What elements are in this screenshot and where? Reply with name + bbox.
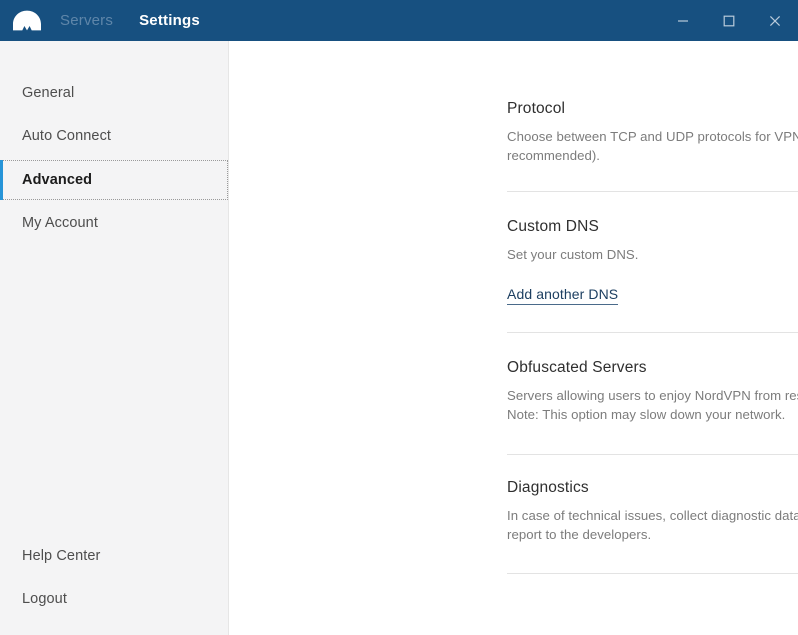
nav-tab-servers[interactable]: Servers [60,0,113,41]
sidebar-item-logout-label: Logout [22,591,67,607]
obfuscated-servers-title: Obfuscated Servers [507,357,647,378]
sidebar-footer-group: Help Center Logout [0,537,228,635]
sidebar: General Auto Connect Advanced My Account… [0,41,229,635]
divider-diagnostics [507,573,798,574]
sidebar-item-help-center[interactable]: Help Center [0,537,228,575]
maximize-button[interactable] [706,0,752,41]
maximize-icon [723,15,735,27]
nav-tab-settings[interactable]: Settings [139,0,200,41]
section-diagnostics: Diagnostics Run Diagnostics Tool In case… [229,455,798,544]
obfuscated-servers-description-line2: Note: This option may slow down your net… [507,405,798,424]
sidebar-item-auto-connect[interactable]: Auto Connect [0,117,228,155]
nav-tab-settings-label: Settings [139,12,200,29]
sidebar-item-help-center-label: Help Center [22,548,100,564]
window-controls [660,0,798,41]
custom-dns-title: Custom DNS [507,216,599,237]
sidebar-item-general[interactable]: General [0,74,228,112]
top-navigation: Servers Settings [60,0,200,41]
sidebar-item-general-label: General [22,85,74,101]
sidebar-item-advanced[interactable]: Advanced [0,160,228,200]
section-protocol: Protocol TCP UDP Choose bet [229,41,798,165]
section-custom-dns: Custom DNS Off Set your custom DNS. Add … [229,192,798,305]
diagnostics-description: In case of technical issues, collect dia… [507,506,798,544]
sidebar-item-auto-connect-label: Auto Connect [22,128,111,144]
protocol-title: Protocol [507,98,565,119]
nordvpn-logo-icon [12,6,42,36]
section-obfuscated-servers: Obfuscated Servers Off Servers allowing … [229,333,798,424]
title-bar: Servers Settings [0,0,798,41]
sidebar-item-my-account[interactable]: My Account [0,204,228,242]
close-button[interactable] [752,0,798,41]
diagnostics-title: Diagnostics [507,477,589,498]
custom-dns-description: Set your custom DNS. [507,245,798,264]
minimize-button[interactable] [660,0,706,41]
sidebar-primary-group: General Auto Connect Advanced My Account [0,41,228,242]
main-body: General Auto Connect Advanced My Account… [0,41,798,635]
close-icon [769,15,781,27]
sidebar-item-my-account-label: My Account [22,215,98,231]
protocol-description: Choose between TCP and UDP protocols for… [507,127,798,165]
nav-tab-servers-label: Servers [60,12,113,29]
obfuscated-servers-description-line1: Servers allowing users to enjoy NordVPN … [507,386,798,405]
minimize-icon [677,15,689,27]
settings-content: Protocol TCP UDP Choose bet [229,41,798,635]
add-another-dns-link[interactable]: Add another DNS [507,286,618,305]
sidebar-item-advanced-label: Advanced [22,172,92,188]
app-window: Servers Settings [0,0,798,635]
sidebar-item-logout[interactable]: Logout [0,580,228,618]
